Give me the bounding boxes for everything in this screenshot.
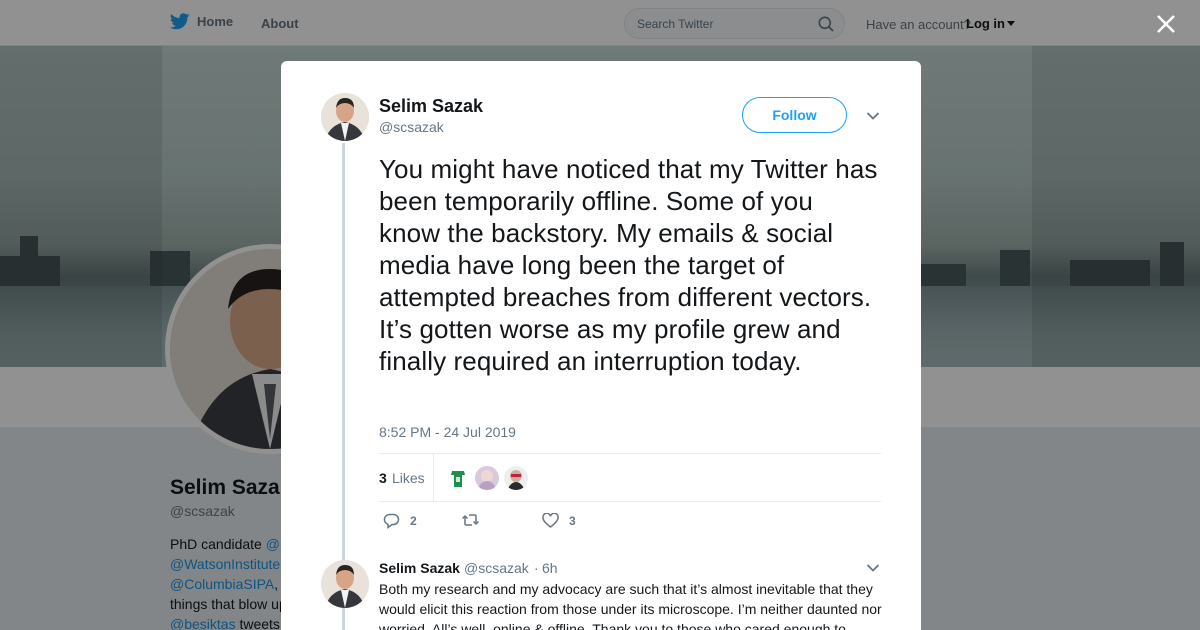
reply-separator: · [534,560,539,576]
reply-count: 2 [410,514,417,528]
tweet-stats: 3 Likes [379,453,881,502]
liker-photo [504,466,528,490]
reply-author-photo [321,560,369,608]
follow-button[interactable]: Follow [742,97,847,133]
author-avatar[interactable] [321,93,369,141]
author-photo [321,93,369,141]
likes-label[interactable]: Likes [392,470,425,486]
liker-avatar[interactable] [475,466,499,490]
heart-icon [542,513,559,528]
tweet-modal: Selim Sazak @scsazak Follow You might ha… [281,61,921,630]
reply-text: Both my research and my advocacy are suc… [379,581,882,630]
tweet-actions: 2 3 [379,513,779,535]
liker-avatar[interactable] [504,466,528,490]
chevron-down-icon[interactable] [866,563,880,573]
reply-author-name[interactable]: Selim Sazak [379,560,460,576]
chevron-down-icon[interactable] [866,111,880,121]
tweet-author-name[interactable]: Selim Sazak [379,96,483,117]
reply-icon [383,513,400,529]
reply-author-handle[interactable]: @scsazak [464,560,529,576]
liker-photo [475,466,499,490]
reply-time[interactable]: 6h [542,560,558,576]
close-icon[interactable] [1155,13,1177,35]
retweet-icon [461,514,480,526]
likes-count[interactable]: 3 [379,470,387,486]
thread-connector-line [342,143,345,630]
tweet-text: You might have noticed that my Twitter h… [379,154,878,376]
reply-action[interactable]: 2 [383,513,417,529]
like-action[interactable]: 3 [542,513,576,528]
retweet-action[interactable] [461,513,490,527]
stats-divider [433,454,434,501]
reply-author-avatar[interactable] [321,560,369,608]
liker-avatar[interactable] [446,466,470,490]
liker-photo [446,466,470,490]
like-count: 3 [569,513,576,528]
tweet-timestamp[interactable]: 8:52 PM - 24 Jul 2019 [379,424,516,440]
tweet-author-handle[interactable]: @scsazak [379,119,444,135]
